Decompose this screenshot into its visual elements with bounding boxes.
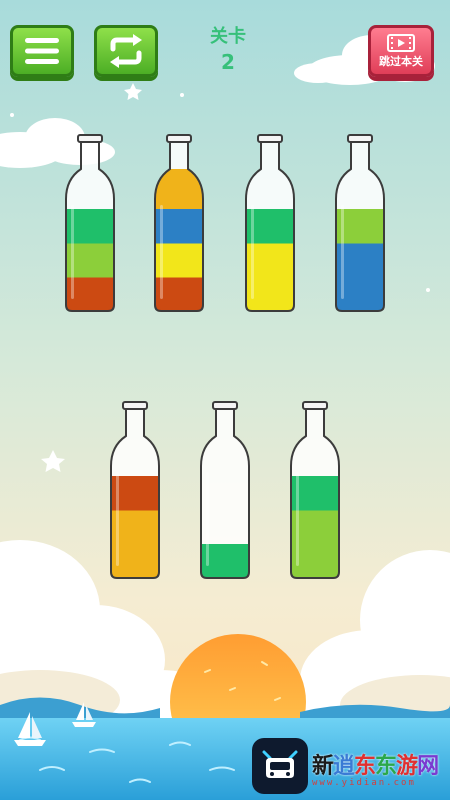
bottle-lip (77, 134, 103, 143)
bottle-lip (347, 134, 373, 143)
watermark-char: 逍 (333, 754, 355, 779)
glass-shine (251, 205, 254, 299)
bottle-lip (166, 134, 192, 143)
bottle[interactable] (244, 134, 296, 312)
watermark-char: 游 (396, 754, 418, 779)
game-stage: 关卡 2 跳过本关 新逍东东游网 www.yidian.com (0, 0, 450, 800)
bottle-lip (122, 401, 148, 410)
liquid-layer (155, 169, 203, 209)
bottle[interactable] (289, 401, 341, 579)
bottle-lip (257, 134, 283, 143)
watermark-char: 东 (375, 754, 397, 779)
glass-shine (160, 205, 163, 299)
glass-shine (116, 472, 119, 566)
watermark-logo (252, 738, 308, 794)
bottle[interactable] (64, 134, 116, 312)
bottle-lip (212, 401, 238, 410)
bottle-lip (302, 401, 328, 410)
watermark-text: 新逍东东游网 (312, 748, 439, 780)
watermark-char: 东 (354, 754, 376, 779)
glass-shine (206, 472, 209, 566)
bottle[interactable] (109, 401, 161, 579)
watermark-url: www.yidian.com (312, 778, 416, 788)
bottle[interactable] (334, 134, 386, 312)
bottle-area (64, 134, 386, 579)
bottle[interactable] (153, 134, 205, 312)
bottle[interactable] (199, 401, 251, 579)
glass-shine (341, 205, 344, 299)
car-icon (262, 750, 298, 778)
glass-shine (296, 472, 299, 566)
watermark-char: 网 (417, 754, 439, 779)
watermark-char: 新 (312, 754, 334, 779)
glass-shine (71, 205, 74, 299)
